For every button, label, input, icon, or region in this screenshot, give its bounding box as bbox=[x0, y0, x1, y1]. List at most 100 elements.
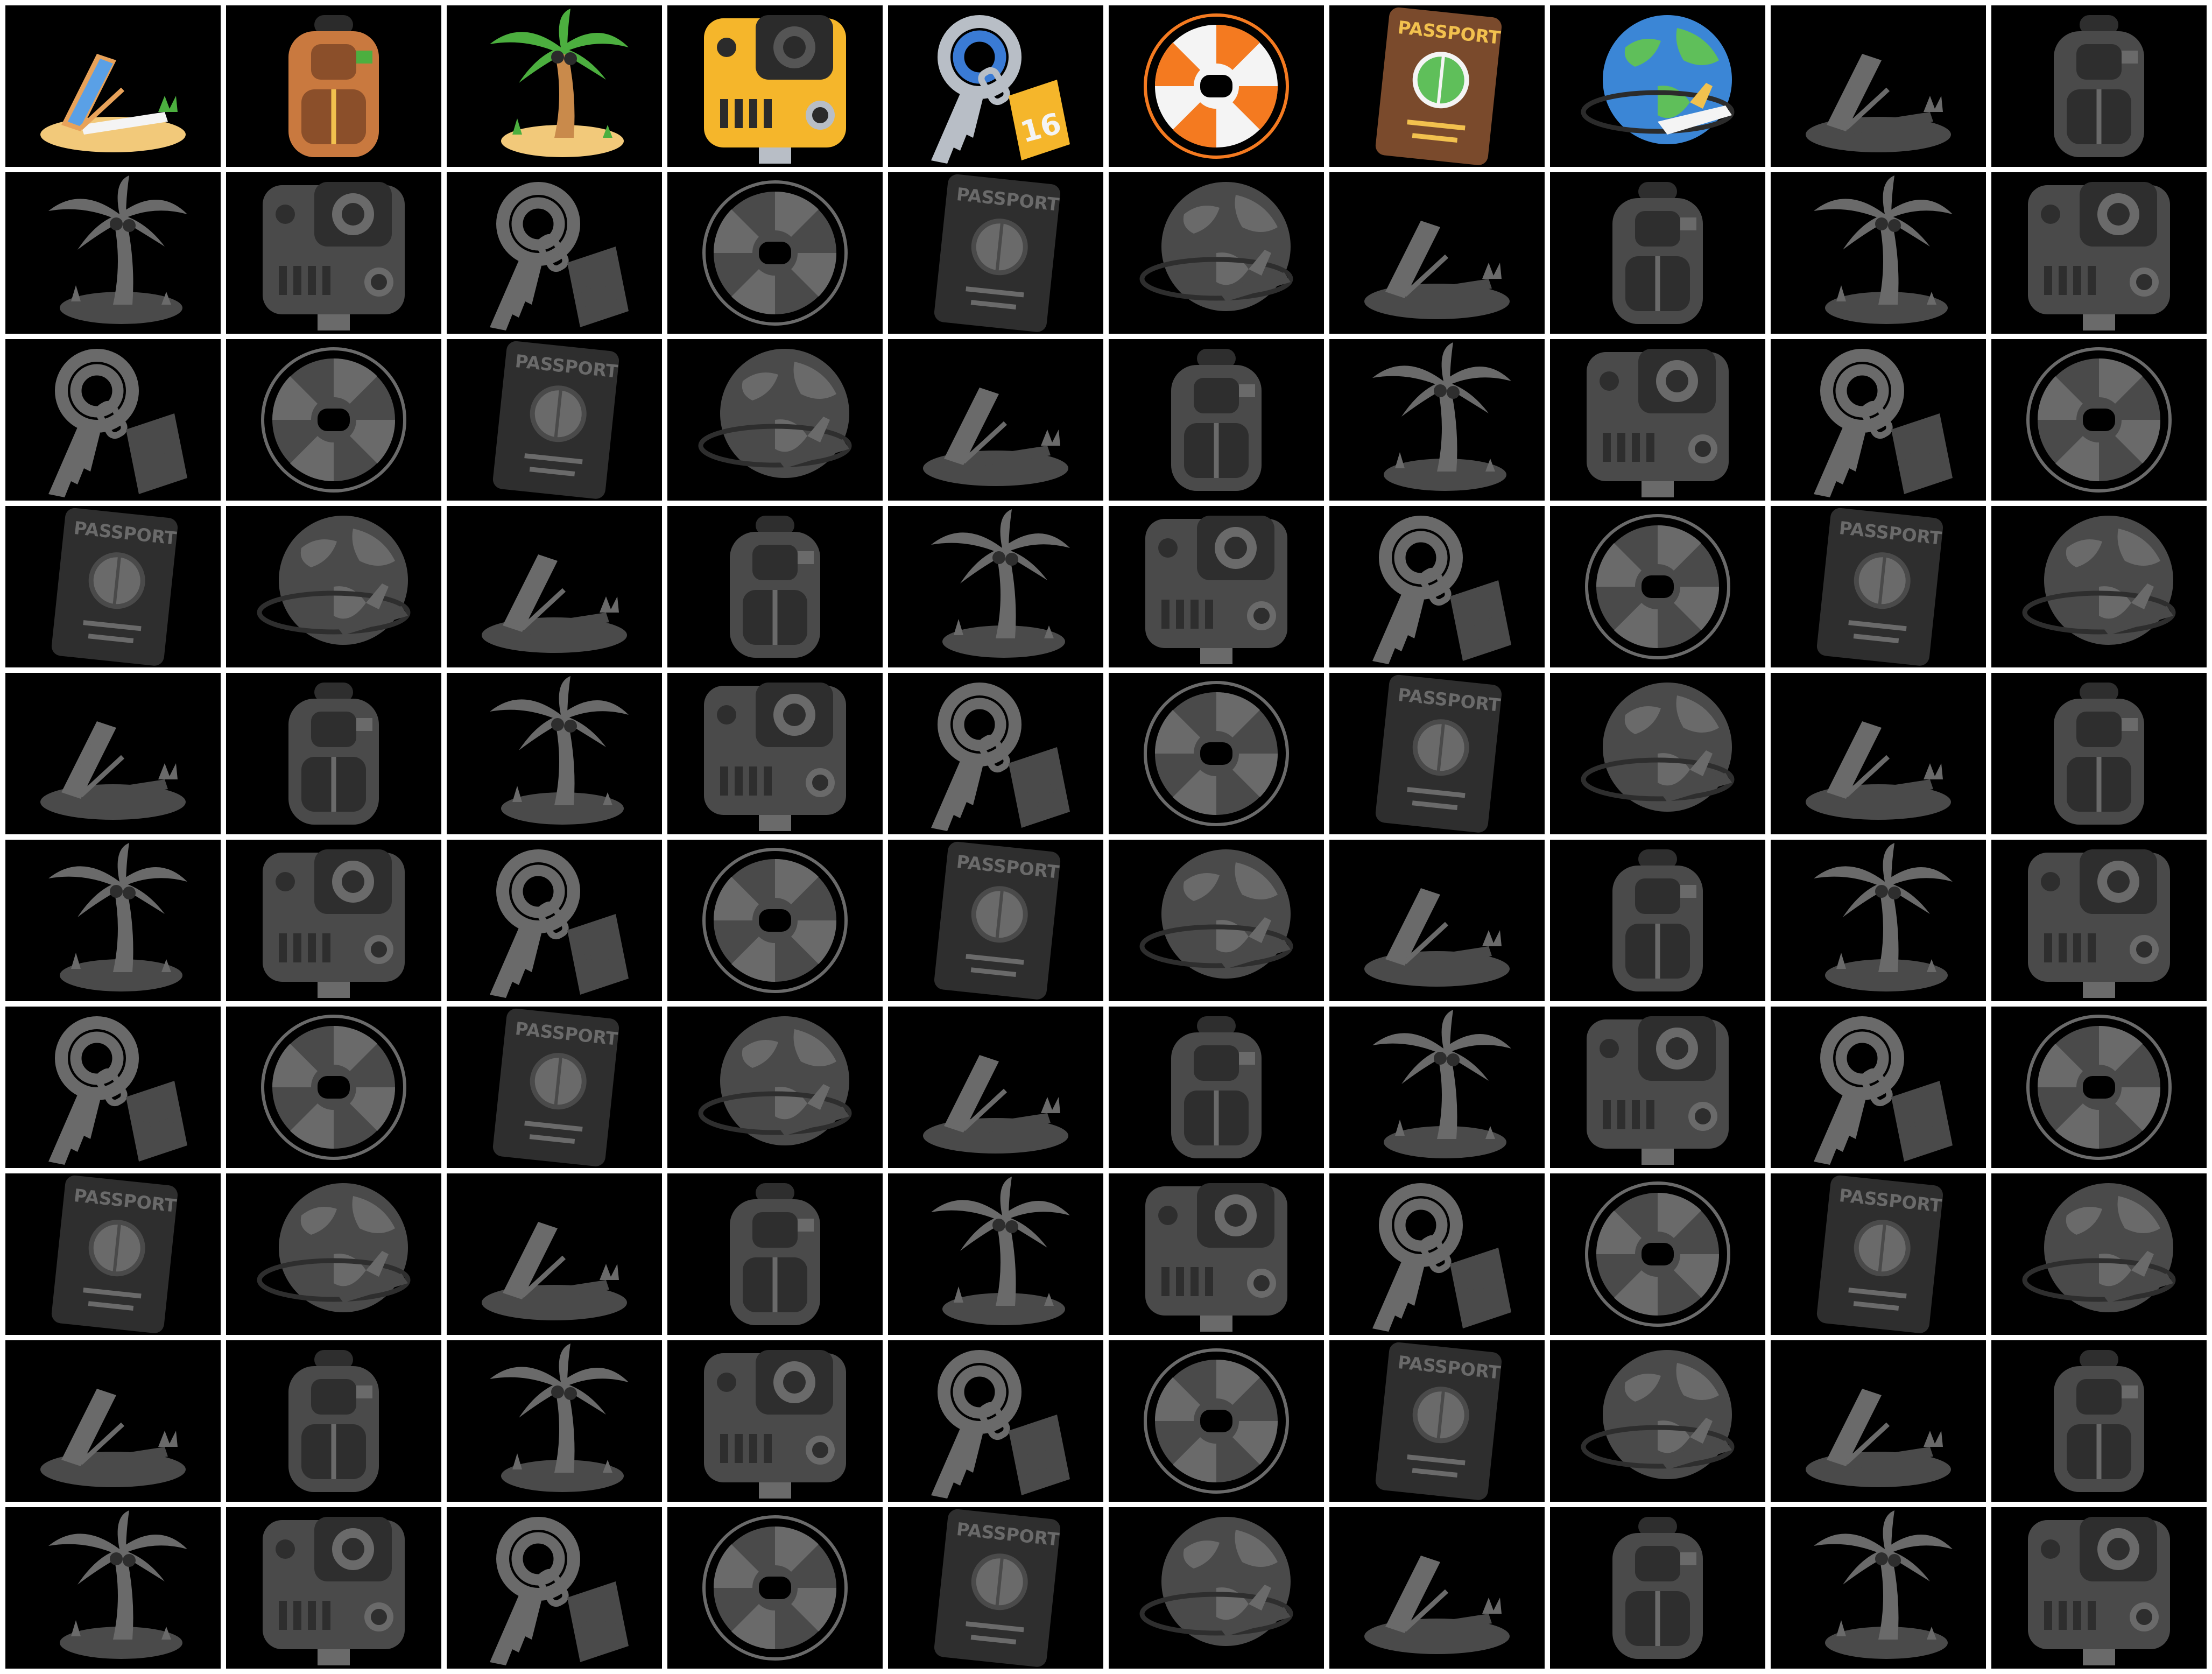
action-camera-icon bbox=[704, 15, 846, 164]
icon-tile: 16 bbox=[1771, 1007, 1986, 1168]
key-tag-icon: 16 bbox=[1372, 1183, 1511, 1332]
passport-icon: PASSPORT bbox=[1375, 674, 1502, 833]
backpack-icon bbox=[288, 1350, 379, 1492]
backpack-icon bbox=[1612, 849, 1703, 991]
icon-tile bbox=[888, 506, 1103, 667]
globe-plane-icon bbox=[257, 516, 411, 645]
backpack-icon bbox=[2054, 15, 2144, 157]
icon-tile bbox=[667, 1507, 883, 1669]
beach-chair-icon bbox=[923, 388, 1068, 486]
palm-tree-icon bbox=[1372, 342, 1511, 491]
globe-plane-icon bbox=[2022, 1183, 2176, 1312]
icon-tile bbox=[226, 1007, 441, 1168]
action-camera-icon bbox=[2028, 1517, 2170, 1665]
icon-tile bbox=[5, 1507, 221, 1669]
action-camera-icon bbox=[2028, 182, 2170, 330]
palm-tree-icon bbox=[490, 9, 629, 157]
life-ring-icon bbox=[1585, 1181, 1730, 1327]
icon-tile: PASSPORT bbox=[5, 506, 221, 667]
key-tag-icon: 16 bbox=[931, 15, 1070, 164]
beach-chair-icon bbox=[482, 1222, 627, 1320]
life-ring-icon bbox=[702, 180, 848, 326]
palm-tree-icon bbox=[48, 175, 187, 324]
icon-tile bbox=[888, 1007, 1103, 1168]
life-ring-icon bbox=[2026, 347, 2172, 493]
beach-chair-icon bbox=[40, 721, 186, 820]
globe-plane-icon bbox=[1581, 15, 1735, 144]
icon-tile bbox=[1109, 1173, 1324, 1335]
backpack-icon bbox=[1171, 349, 1262, 491]
palm-tree-icon bbox=[48, 843, 187, 991]
passport-icon: PASSPORT bbox=[1816, 1175, 1943, 1333]
palm-tree-icon bbox=[1814, 1510, 1953, 1659]
icon-tile bbox=[226, 506, 441, 667]
icon-tile: PASSPORT bbox=[447, 1007, 662, 1168]
life-ring-icon bbox=[1144, 681, 1289, 826]
backpack-icon bbox=[288, 683, 379, 825]
action-camera-icon bbox=[1587, 1016, 1729, 1165]
icon-tile: 16 bbox=[1329, 1173, 1545, 1335]
icon-tile bbox=[226, 172, 441, 334]
icon-tile: PASSPORT bbox=[1329, 673, 1545, 834]
key-tag-icon: 16 bbox=[1372, 516, 1511, 664]
icon-tile bbox=[1550, 506, 1765, 667]
beach-chair-icon bbox=[1806, 721, 1951, 820]
icon-tile bbox=[1771, 172, 1986, 334]
passport-icon: PASSPORT bbox=[1375, 1342, 1502, 1500]
icon-tile bbox=[1991, 1507, 2207, 1669]
action-camera-icon bbox=[704, 1350, 846, 1499]
passport-icon: PASSPORT bbox=[492, 1008, 619, 1166]
passport-icon: PASSPORT bbox=[51, 508, 178, 666]
icon-tile: 16 bbox=[447, 840, 662, 1001]
icon-tile bbox=[667, 506, 883, 667]
icon-tile bbox=[1109, 5, 1324, 167]
icon-tile: 16 bbox=[1329, 506, 1545, 667]
icon-tile bbox=[447, 506, 662, 667]
icon-tile bbox=[226, 1173, 441, 1335]
life-ring-icon bbox=[1144, 1348, 1289, 1494]
icon-tile: PASSPORT bbox=[5, 1173, 221, 1335]
icon-tile bbox=[667, 1007, 883, 1168]
palm-tree-icon bbox=[490, 1344, 629, 1492]
icon-tile bbox=[1550, 339, 1765, 501]
beach-chair-icon bbox=[482, 554, 627, 653]
icon-tile bbox=[888, 1173, 1103, 1335]
icon-tile: PASSPORT bbox=[888, 1507, 1103, 1669]
action-camera-icon bbox=[263, 849, 405, 998]
globe-plane-icon bbox=[1139, 182, 1293, 311]
globe-plane-icon bbox=[1139, 849, 1293, 979]
icon-tile: PASSPORT bbox=[1771, 506, 1986, 667]
beach-chair-icon bbox=[40, 54, 186, 152]
icon-tile: PASSPORT bbox=[1329, 5, 1545, 167]
backpack-icon bbox=[1171, 1016, 1262, 1158]
globe-plane-icon bbox=[698, 349, 852, 478]
beach-chair-icon bbox=[40, 1389, 186, 1487]
icon-tile bbox=[1109, 339, 1324, 501]
icon-tile: 16 bbox=[888, 5, 1103, 167]
icon-tile bbox=[1329, 1007, 1545, 1168]
action-camera-icon bbox=[2028, 849, 2170, 998]
passport-icon: PASSPORT bbox=[492, 341, 619, 499]
icon-tile bbox=[1109, 840, 1324, 1001]
icon-tile: PASSPORT bbox=[888, 840, 1103, 1001]
life-ring-icon bbox=[2026, 1015, 2172, 1160]
key-tag-icon: 16 bbox=[490, 182, 629, 330]
icon-tile bbox=[1991, 673, 2207, 834]
icon-tile bbox=[667, 1173, 883, 1335]
icon-tile bbox=[447, 1173, 662, 1335]
icon-tile bbox=[888, 339, 1103, 501]
icon-tile bbox=[1771, 1507, 1986, 1669]
icon-tile bbox=[667, 172, 883, 334]
icon-tile bbox=[226, 5, 441, 167]
icon-tile: PASSPORT bbox=[447, 339, 662, 501]
icon-tile bbox=[1109, 673, 1324, 834]
life-ring-icon bbox=[261, 347, 406, 493]
icon-tile: 16 bbox=[1771, 339, 1986, 501]
beach-chair-icon bbox=[923, 1055, 1068, 1153]
palm-tree-icon bbox=[1814, 843, 1953, 991]
icon-tile bbox=[1991, 339, 2207, 501]
icon-tile bbox=[226, 673, 441, 834]
beach-chair-icon bbox=[1364, 888, 1510, 987]
icon-tile bbox=[1771, 673, 1986, 834]
backpack-icon bbox=[2054, 683, 2144, 825]
